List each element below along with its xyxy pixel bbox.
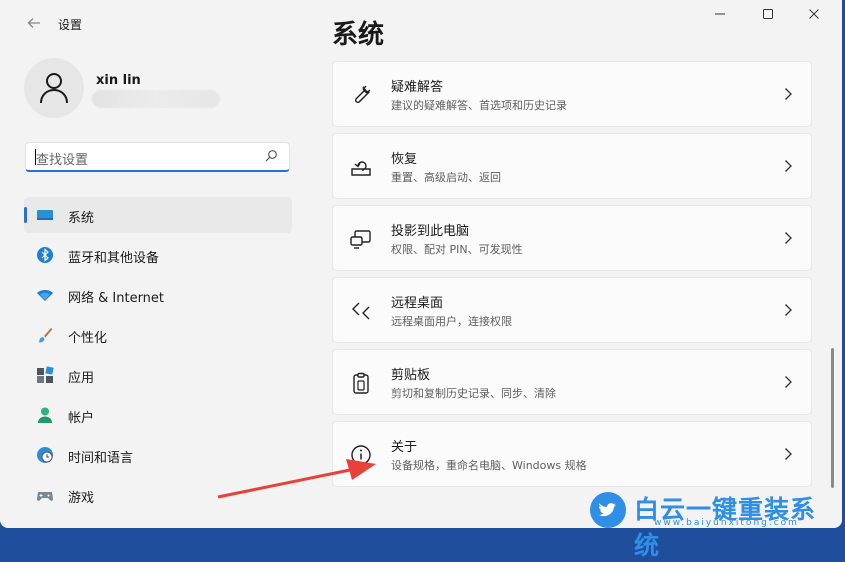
card-title: 关于	[391, 440, 418, 455]
text-caret	[35, 149, 36, 165]
nav-item-system[interactable]: 系统	[24, 197, 292, 233]
nav-label: 时间和语言	[68, 451, 134, 466]
gamepad-icon	[37, 492, 53, 501]
nav-label: 应用	[68, 371, 95, 386]
card-troubleshoot[interactable]: 疑难解答 建议的疑难解答、首选项和历史记录	[332, 61, 812, 127]
nav-label: 游戏	[68, 491, 95, 506]
user-name: xin lin	[96, 73, 141, 88]
card-subtitle: 权限、配对 PIN、可发现性	[391, 243, 523, 256]
info-icon	[351, 445, 371, 465]
nav-label: 蓝牙和其他设备	[68, 251, 160, 266]
maximize-button[interactable]	[746, 6, 790, 28]
project-icon	[350, 230, 371, 249]
chevron-right-icon	[785, 376, 792, 388]
bird-icon	[599, 503, 616, 517]
card-about[interactable]: 关于 设备规格，重命名电脑、Windows 规格	[332, 421, 812, 487]
apps-icon	[37, 366, 54, 383]
wrench-icon	[355, 85, 371, 103]
card-subtitle: 重置、高级启动、返回	[391, 171, 501, 184]
nav-item-bluetooth[interactable]: 蓝牙和其他设备	[24, 237, 292, 273]
person-icon	[38, 407, 52, 423]
nav-label: 个性化	[68, 331, 108, 346]
twitter-bird-logo	[590, 492, 626, 528]
recovery-icon	[351, 161, 371, 176]
globe-clock-icon	[37, 447, 53, 463]
card-subtitle: 远程桌面用户，连接权限	[391, 315, 512, 328]
card-title: 投影到此电脑	[391, 224, 470, 239]
nav-item-accounts[interactable]: 帐户	[24, 397, 292, 433]
maximize-icon	[763, 9, 773, 19]
card-clipboard[interactable]: 剪贴板 剪切和复制历史记录、同步、清除	[332, 349, 812, 415]
search-placeholder: 查找设置	[36, 153, 89, 168]
card-title: 疑难解答	[391, 80, 444, 95]
back-button[interactable]	[24, 15, 44, 35]
active-indicator	[24, 207, 27, 223]
watermark: 白云一键重装系统 www.baiyunxitong.com	[590, 488, 840, 560]
nav-item-gaming[interactable]: 游戏	[24, 477, 292, 513]
nav-label: 网络 & Internet	[68, 291, 165, 306]
brush-icon	[38, 328, 53, 343]
nav-label: 帐户	[68, 411, 95, 426]
avatar[interactable]	[24, 58, 84, 118]
card-title: 远程桌面	[391, 296, 444, 311]
bluetooth-icon	[37, 247, 53, 263]
nav-item-time-language[interactable]: 时间和语言	[24, 437, 292, 473]
card-title: 恢复	[391, 152, 418, 167]
chevron-right-icon	[785, 232, 792, 244]
card-subtitle: 设备规格，重命名电脑、Windows 规格	[391, 459, 587, 472]
main-scrollbar[interactable]	[831, 348, 834, 488]
close-button[interactable]	[792, 6, 836, 28]
nav-label: 系统	[68, 211, 95, 226]
monitor-icon	[37, 210, 53, 220]
card-remote-desktop[interactable]: 远程桌面 远程桌面用户，连接权限	[332, 277, 812, 343]
wifi-icon	[37, 290, 53, 301]
card-project-to-pc[interactable]: 投影到此电脑 权限、配对 PIN、可发现性	[332, 205, 812, 271]
page-title: 系统	[332, 20, 385, 50]
card-subtitle: 建议的疑难解答、首选项和历史记录	[391, 99, 567, 112]
person-silhouette-icon	[40, 73, 68, 104]
settings-window: 设置 xin lin 查找设置 系统 蓝牙和其他设备 网络 & Internet…	[0, 0, 842, 528]
nav-item-apps[interactable]: 应用	[24, 357, 292, 393]
chevron-right-icon	[785, 88, 792, 100]
nav-item-personalization[interactable]: 个性化	[24, 317, 292, 353]
watermark-url: www.baiyunxitong.com	[654, 518, 799, 528]
minimize-icon	[715, 13, 725, 15]
search-icon[interactable]	[264, 149, 278, 163]
nav-item-network[interactable]: 网络 & Internet	[24, 277, 292, 313]
app-title: 设置	[58, 18, 83, 32]
card-recovery[interactable]: 恢复 重置、高级启动、返回	[332, 133, 812, 199]
arrow-left-icon	[27, 18, 40, 28]
clipboard-icon	[353, 372, 369, 394]
card-subtitle: 剪切和复制历史记录、同步、清除	[391, 387, 556, 400]
search-box[interactable]: 查找设置	[25, 142, 290, 172]
minimize-button[interactable]	[698, 6, 742, 28]
chevron-right-icon	[785, 448, 792, 460]
user-email-redacted	[92, 90, 220, 108]
remote-desktop-icon	[352, 302, 370, 320]
card-title: 剪贴板	[391, 368, 431, 383]
chevron-right-icon	[785, 304, 792, 316]
close-icon	[809, 9, 819, 19]
chevron-right-icon	[785, 160, 792, 172]
